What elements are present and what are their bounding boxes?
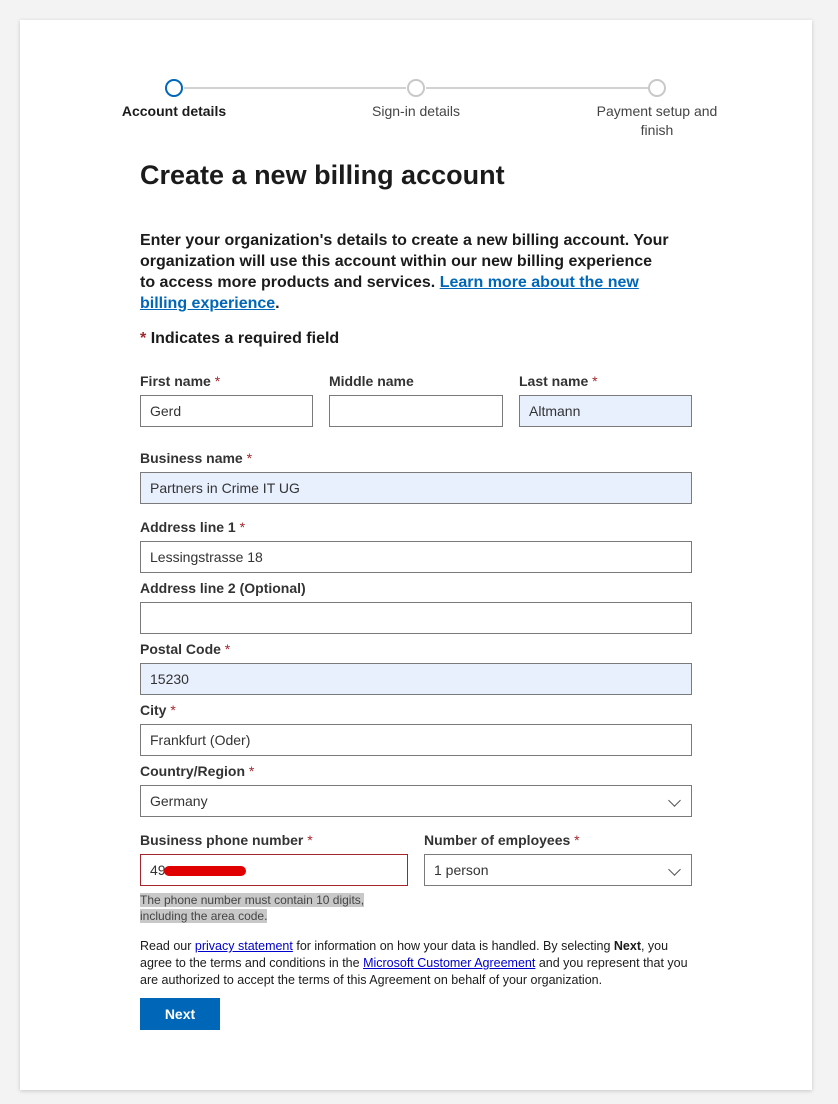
city-input[interactable]: Frankfurt (Oder): [140, 724, 692, 756]
middle-name-label: Middle name: [329, 373, 414, 389]
step-2-indicator: [407, 79, 425, 97]
step-2-label: Sign-in details: [372, 103, 460, 119]
business-name-label: Business name *: [140, 450, 253, 466]
intro-text: Enter your organization's details to cre…: [140, 232, 669, 312]
step-3-indicator: [648, 79, 666, 97]
business-phone-label: Business phone number *: [140, 832, 313, 848]
required-field-note: * Indicates a required field: [140, 330, 340, 347]
step-1-indicator: [165, 79, 183, 97]
page-title: Create a new billing account: [140, 160, 505, 190]
address-line-2-input[interactable]: [140, 602, 692, 634]
billing-account-card: Account details Sign-in details Payment …: [20, 20, 812, 1090]
business-name-input[interactable]: Partners in Crime IT UG: [140, 472, 692, 504]
step-3-label: Payment setup and finish: [596, 103, 718, 138]
progress-stepper: Account details Sign-in details Payment …: [20, 20, 812, 160]
employees-label: Number of employees *: [424, 832, 580, 848]
address-line-1-label: Address line 1 *: [140, 519, 246, 535]
chevron-down-icon: [668, 863, 681, 876]
step-connector: [426, 87, 648, 89]
last-name-input[interactable]: Altmann: [519, 395, 692, 427]
chevron-down-icon: [668, 794, 681, 807]
address-line-1-input[interactable]: Lessingstrasse 18: [140, 541, 692, 573]
customer-agreement-link[interactable]: Microsoft Customer Agreement: [363, 956, 535, 970]
business-phone-input[interactable]: 49: [140, 854, 408, 886]
address-line-2-label: Address line 2 (Optional): [140, 580, 306, 596]
step-connector: [184, 87, 406, 89]
legal-notice: Read our privacy statement for informati…: [140, 939, 688, 987]
employees-select[interactable]: 1 person: [424, 854, 692, 886]
last-name-label: Last name *: [519, 373, 598, 389]
postal-code-input[interactable]: 15230: [140, 663, 692, 695]
country-region-label: Country/Region *: [140, 763, 255, 779]
step-1-label: Account details: [121, 103, 227, 119]
country-region-select[interactable]: Germany: [140, 785, 692, 817]
first-name-input[interactable]: Gerd: [140, 395, 313, 427]
middle-name-input[interactable]: [329, 395, 503, 427]
phone-error-message: The phone number must contain 10 digits,…: [140, 893, 365, 923]
postal-code-label: Postal Code *: [140, 641, 231, 657]
city-label: City *: [140, 702, 176, 718]
first-name-label: First name *: [140, 373, 221, 389]
redaction-mark: [163, 866, 246, 877]
next-button[interactable]: Next: [140, 998, 220, 1030]
privacy-statement-link[interactable]: privacy statement: [195, 939, 293, 953]
